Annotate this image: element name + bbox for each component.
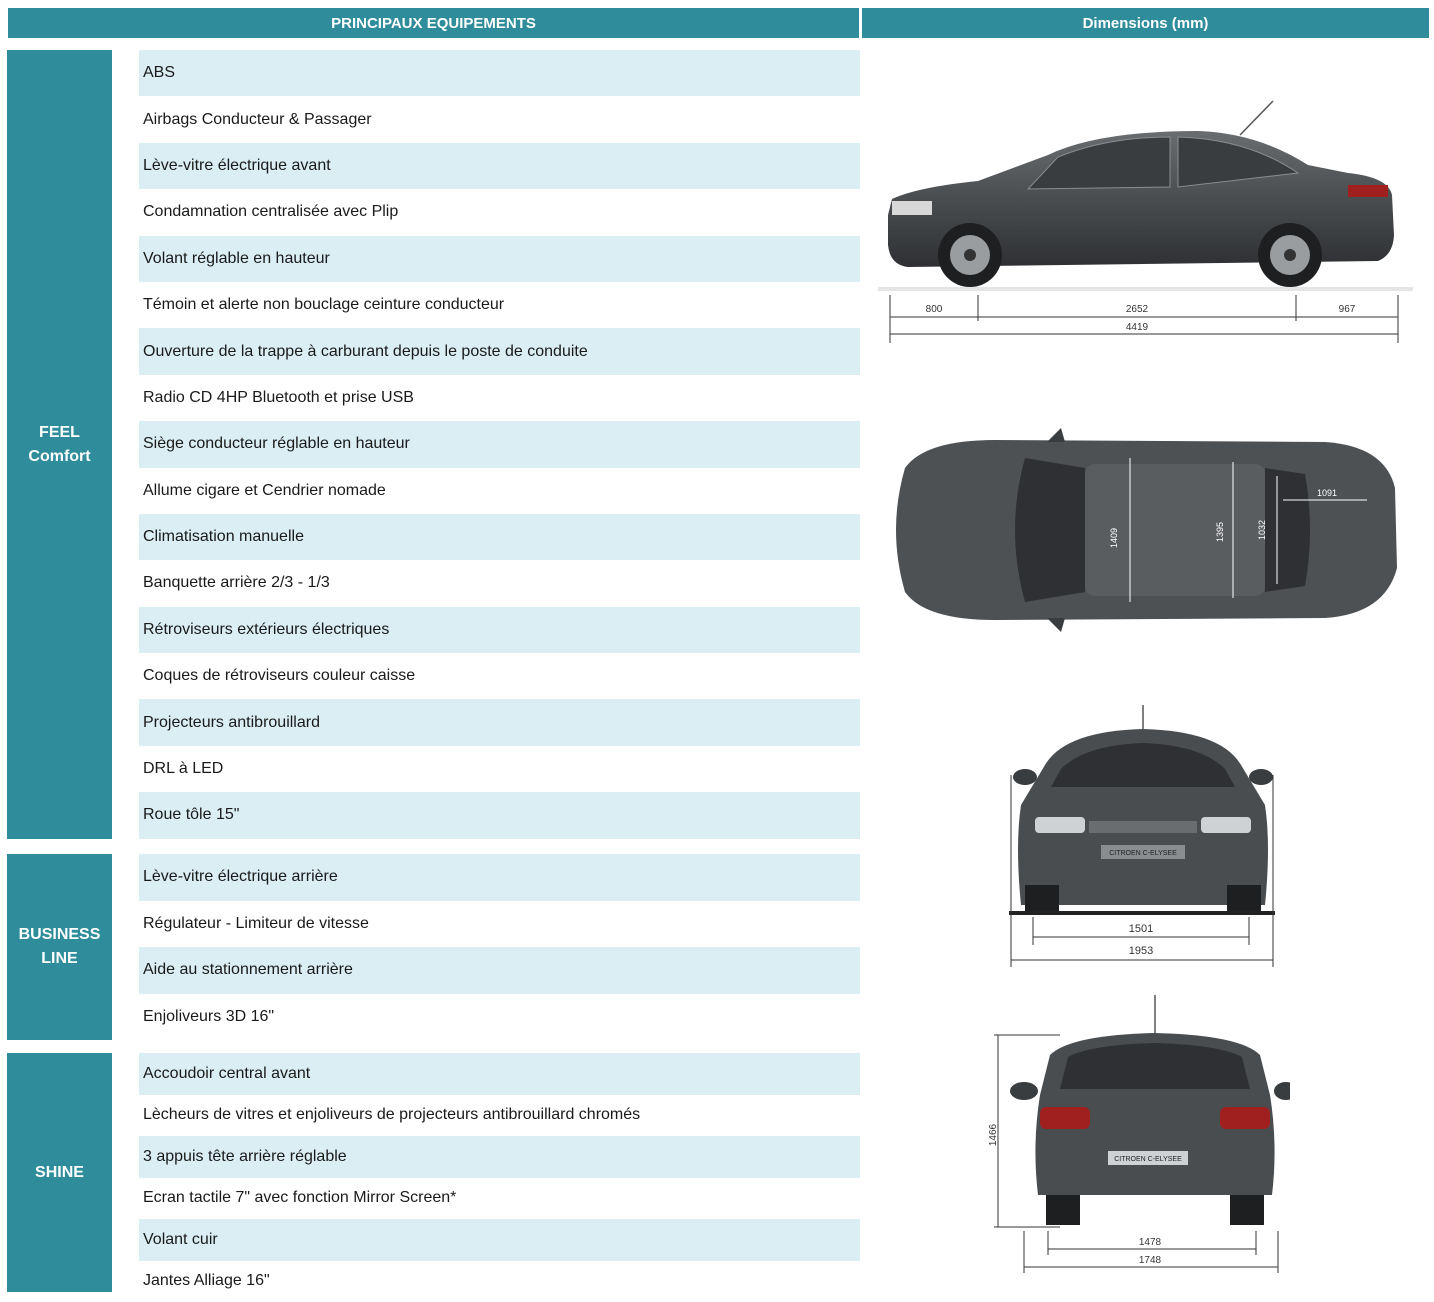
group-label-business-line: BUSINESS LINE — [7, 854, 112, 1040]
feature-row: Jantes Alliage 16" — [139, 1261, 860, 1302]
header-dimensions: Dimensions (mm) — [862, 8, 1429, 38]
feature-list-feel-comfort: ABS Airbags Conducteur & Passager Lève-v… — [139, 50, 860, 839]
feature-row: Lècheurs de vitres et enjoliveurs de pro… — [139, 1095, 860, 1137]
feature-row: Aide au stationnement arrière — [139, 947, 860, 994]
dim-rear-width: 1748 — [1139, 1255, 1162, 1266]
mirror-left — [1013, 769, 1037, 785]
group-label-feel-comfort: FEEL Comfort — [7, 50, 112, 839]
wheel-left — [1046, 1195, 1080, 1225]
feature-row: Ouverture de la trappe à carburant depui… — [139, 328, 860, 374]
car-front-view-diagram: CITROEN C-ELYSEE 1501 1953 — [1005, 705, 1280, 970]
headlight-left — [1035, 817, 1085, 833]
mirror-left — [1010, 1082, 1038, 1100]
feature-row: ABS — [139, 50, 860, 96]
dim-front-width: 1409 — [1109, 528, 1119, 548]
dim-front-width: 1953 — [1129, 945, 1153, 957]
mirror-right — [1249, 769, 1273, 785]
headlight-right — [1201, 817, 1251, 833]
feature-row: 3 appuis tête arrière réglable — [139, 1136, 860, 1178]
dim-rear-overhang: 967 — [1339, 304, 1356, 315]
dim-wheelbase: 2652 — [1126, 304, 1149, 315]
feature-row: Témoin et alerte non bouclage ceinture c… — [139, 282, 860, 328]
feature-row: Coques de rétroviseurs couleur caisse — [139, 653, 860, 699]
taillight-left — [1040, 1107, 1090, 1129]
feature-row: Lève-vitre électrique avant — [139, 143, 860, 189]
feature-row: Projecteurs antibrouillard — [139, 699, 860, 745]
feature-row: Enjoliveurs 3D 16" — [139, 994, 860, 1041]
feature-row: Ecran tactile 7" avec fonction Mirror Sc… — [139, 1178, 860, 1220]
tail-light — [1348, 185, 1388, 197]
mirror-right — [1047, 618, 1065, 632]
feature-row: Régulateur - Limiteur de vitesse — [139, 901, 860, 948]
plate-text: CITROEN C-ELYSEE — [1109, 850, 1177, 857]
feature-row: Airbags Conducteur & Passager — [139, 96, 860, 142]
car-top-view-diagram: 1409 1395 1032 1091 — [885, 428, 1405, 633]
antenna — [1240, 101, 1273, 135]
feature-row: DRL à LED — [139, 746, 860, 792]
plate-text: CITROEN C-ELYSEE — [1114, 1156, 1182, 1163]
wheel-right — [1227, 885, 1261, 911]
group-name-line: Comfort — [28, 445, 90, 469]
dim-length: 4419 — [1126, 322, 1149, 333]
feature-row: Volant cuir — [139, 1219, 860, 1261]
feature-row: Siège conducteur réglable en hauteur — [139, 421, 860, 467]
feature-row: Rétroviseurs extérieurs électriques — [139, 607, 860, 653]
taillight-right — [1220, 1107, 1270, 1129]
wheel-left — [1025, 885, 1059, 911]
group-name-line: LINE — [19, 947, 101, 971]
dim-front-overhang: 800 — [926, 304, 943, 315]
header-equipment: PRINCIPAUX EQUIPEMENTS — [8, 8, 859, 38]
feature-row: Climatisation manuelle — [139, 514, 860, 560]
dim-rear-track: 1478 — [1139, 1237, 1162, 1248]
feature-row: Allume cigare et Cendrier nomade — [139, 468, 860, 514]
rear-window — [1060, 1043, 1250, 1089]
group-name-line: FEEL — [28, 421, 90, 445]
mirror-left — [1047, 428, 1065, 442]
feature-row: Roue tôle 15" — [139, 792, 860, 838]
rear-screen — [1265, 468, 1310, 592]
car-rear-view-diagram: CITROEN C-ELYSEE 1466 1478 1748 — [980, 995, 1290, 1280]
mirror-right — [1274, 1082, 1290, 1100]
dim-height: 1466 — [988, 1123, 999, 1146]
group-name-line: SHINE — [35, 1161, 84, 1185]
group-label-shine: SHINE — [7, 1053, 112, 1292]
feature-row: Volant réglable en hauteur — [139, 236, 860, 282]
grille — [1089, 821, 1197, 833]
feature-row: Lève-vitre électrique arrière — [139, 854, 860, 901]
windscreen — [1015, 458, 1085, 602]
dim-front-track: 1501 — [1129, 923, 1153, 935]
feature-row: Condamnation centralisée avec Plip — [139, 189, 860, 235]
feature-list-shine: Accoudoir central avant Lècheurs de vitr… — [139, 1053, 860, 1302]
dim-rear-width: 1395 — [1215, 522, 1225, 542]
car-side-view-diagram: 800 2652 967 4419 — [878, 95, 1413, 345]
feature-row: Radio CD 4HP Bluetooth et prise USB — [139, 375, 860, 421]
dim-boot-width: 1032 — [1257, 520, 1267, 540]
group-name-line: BUSINESS — [19, 923, 101, 947]
wheel-right — [1230, 1195, 1264, 1225]
feature-row: Accoudoir central avant — [139, 1053, 860, 1095]
dim-boot-length: 1091 — [1317, 488, 1337, 498]
feature-row: Banquette arrière 2/3 - 1/3 — [139, 560, 860, 606]
head-light — [892, 201, 932, 215]
feature-list-business-line: Lève-vitre électrique arrière Régulateur… — [139, 854, 860, 1040]
